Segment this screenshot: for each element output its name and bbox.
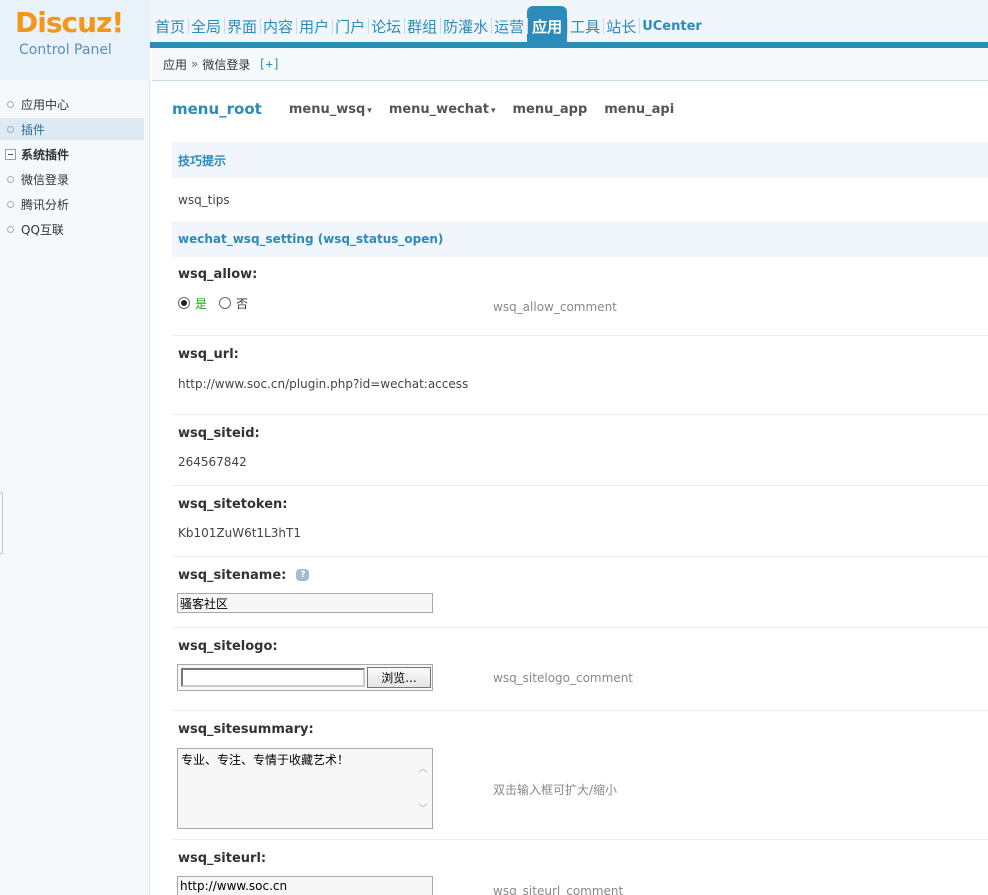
nav-tools[interactable]: 工具 — [567, 6, 603, 46]
nav-group[interactable]: 群组 — [404, 6, 440, 46]
field-comment: 双击输入框可扩大/缩小 — [493, 783, 618, 797]
field-comment: wsq_allow_comment — [493, 300, 617, 314]
row-wsq-sitesummary: wsq_sitesummary: 专业、专注、专情于收藏艺术！ ︿ ﹀ 双击输入… — [172, 711, 988, 840]
textarea-scrollbar[interactable]: ︿ ﹀ — [416, 751, 430, 827]
top-nav: 首页 全局 界面 内容 用户 门户 论坛 群组 防灌水 运营 应用 工具 站长 … — [152, 0, 705, 48]
row-wsq-allow: wsq_allow: 是 否 wsq_allow_comment — [172, 257, 988, 336]
row-wsq-siteid: wsq_siteid: 264567842 — [172, 415, 988, 486]
nav-forum[interactable]: 论坛 — [368, 6, 404, 46]
submenu-api[interactable]: menu_api — [604, 102, 674, 117]
sidebar-item-app-center[interactable]: 应用中心 — [0, 93, 149, 115]
chevron-down-icon[interactable]: ﹀ — [418, 805, 428, 815]
nav-app[interactable]: 应用 — [527, 6, 568, 46]
chevron-up-icon[interactable]: ︿ — [418, 765, 428, 775]
sidebar-item-label: 腾讯分析 — [21, 197, 70, 212]
row-wsq-sitelogo: wsq_sitelogo: 浏览... wsq_sitelogo_comment — [172, 628, 988, 711]
sitesummary-textarea[interactable]: 专业、专注、专情于收藏艺术！ ︿ ﹀ — [177, 748, 433, 829]
breadcrumb-separator: » — [191, 57, 199, 71]
bullet-icon — [7, 100, 14, 108]
row-wsq-url: wsq_url: http://www.soc.cn/plugin.php?id… — [172, 336, 988, 415]
field-label: wsq_sitetoken: — [178, 496, 288, 512]
nav-portal[interactable]: 门户 — [332, 6, 368, 46]
sitename-input[interactable]: 骚客社区 — [177, 593, 433, 613]
field-value: Kb101ZuW6t1L3hT1 — [178, 526, 301, 540]
field-label: wsq_siteid: — [178, 425, 260, 441]
submenu-root[interactable]: menu_root — [172, 100, 262, 118]
nav-content[interactable]: 内容 — [260, 6, 296, 46]
row-wsq-siteurl: wsq_siteurl: http://www.soc.cn wsq_siteu… — [172, 840, 988, 895]
sitelogo-file-input[interactable]: 浏览... — [177, 664, 433, 691]
tips-header: 技巧提示 — [172, 142, 988, 178]
breadcrumb: 应用 » 微信登录 [+] — [152, 48, 988, 81]
collapse-icon[interactable] — [5, 148, 16, 160]
submenu: menu_root menu_wsq ▾ menu_wechat ▾ menu_ap… — [172, 81, 988, 137]
nav-ucenter[interactable]: UCenter — [639, 6, 705, 46]
sidebar-item-label: 应用中心 — [21, 97, 70, 112]
sidebar-resize-handle[interactable] — [0, 492, 3, 554]
logo-subtitle: Control Panel — [19, 42, 112, 58]
nav-user[interactable]: 用户 — [296, 6, 332, 46]
tips-text: wsq_tips — [178, 192, 230, 207]
field-label: wsq_allow: — [178, 266, 258, 282]
field-label-wrap: wsq_sitename: ? — [172, 557, 988, 593]
nav-global[interactable]: 全局 — [188, 6, 224, 46]
logo[interactable]: Discuz! Control Panel — [0, 0, 150, 80]
submenu-label: menu_wechat — [388, 101, 489, 117]
field-label: wsq_sitename: — [178, 567, 287, 583]
sidebar-item-qq-connect[interactable]: QQ互联 — [0, 218, 149, 240]
add-shortcut-button[interactable]: [+] — [258, 57, 280, 71]
field-value: 264567842 — [178, 455, 247, 469]
sidebar-item-plugins[interactable]: 插件 — [0, 118, 144, 140]
nav-founder[interactable]: 站长 — [603, 6, 639, 46]
field-comment: wsq_sitelogo_comment — [493, 671, 634, 685]
caret-down-icon: ▾ — [490, 105, 496, 116]
field-label: wsq_sitesummary: — [178, 722, 314, 737]
submenu-app[interactable]: menu_app — [513, 102, 588, 117]
breadcrumb-current: 微信登录 — [202, 57, 251, 72]
textarea-content: 专业、专注、专情于收藏艺术！ — [181, 753, 350, 767]
main-content: menu_root menu_wsq ▾ menu_wechat ▾ menu_ap… — [172, 81, 988, 895]
radio-no[interactable] — [219, 297, 232, 309]
sidebar: 应用中心 插件 系统插件 微信登录 腾讯分析 QQ互联 — [0, 80, 150, 895]
settings-header: wechat_wsq_setting (wsq_status_open) — [172, 221, 988, 257]
sidebar-item-wechat-login[interactable]: 微信登录 — [0, 168, 149, 190]
sidebar-item-tencent-analytics[interactable]: 腾讯分析 — [0, 193, 149, 215]
nav-operation[interactable]: 运营 — [491, 6, 527, 46]
bullet-icon — [7, 125, 14, 133]
nav-antispam[interactable]: 防灌水 — [440, 6, 491, 46]
browse-button[interactable]: 浏览... — [367, 667, 431, 688]
radio-yes[interactable] — [178, 297, 190, 309]
radio-no-label[interactable]: 否 — [236, 295, 248, 312]
field-label: wsq_url: — [178, 346, 239, 362]
row-wsq-sitetoken: wsq_sitetoken: Kb101ZuW6t1L3hT1 — [172, 486, 988, 557]
field-label: wsq_siteurl: — [178, 850, 267, 866]
submenu-wsq[interactable]: menu_wsq ▾ — [289, 102, 372, 117]
breadcrumb-root[interactable]: 应用 — [163, 56, 187, 73]
sidebar-group-label: 系统插件 — [21, 147, 70, 162]
nav-style[interactable]: 界面 — [224, 6, 260, 46]
radio-yes-label[interactable]: 是 — [195, 295, 207, 312]
nav-home[interactable]: 首页 — [152, 6, 188, 46]
sidebar-item-label: QQ互联 — [21, 222, 64, 237]
sidebar-item-label: 微信登录 — [21, 172, 70, 187]
bullet-icon — [7, 175, 14, 183]
submenu-wechat[interactable]: menu_wechat ▾ — [389, 102, 496, 117]
field-label: wsq_sitelogo: — [178, 638, 278, 654]
bullet-icon — [7, 200, 14, 208]
logo-brand: Discuz! — [15, 6, 124, 39]
siteurl-input[interactable]: http://www.soc.cn — [177, 876, 433, 895]
file-path-box[interactable] — [181, 668, 365, 687]
bullet-icon — [7, 225, 14, 233]
field-value: http://www.soc.cn/plugin.php?id=wechat:a… — [178, 377, 469, 391]
sidebar-group-system-plugins[interactable]: 系统插件 — [0, 143, 149, 165]
question-icon[interactable]: ? — [296, 569, 310, 581]
sidebar-item-label: 插件 — [21, 122, 46, 137]
caret-down-icon: ▾ — [367, 105, 372, 116]
submenu-label: menu_wsq — [288, 101, 366, 117]
row-wsq-sitename: wsq_sitename: ? 骚客社区 — [172, 557, 988, 628]
field-comment: wsq_siteurl_comment — [493, 884, 624, 895]
